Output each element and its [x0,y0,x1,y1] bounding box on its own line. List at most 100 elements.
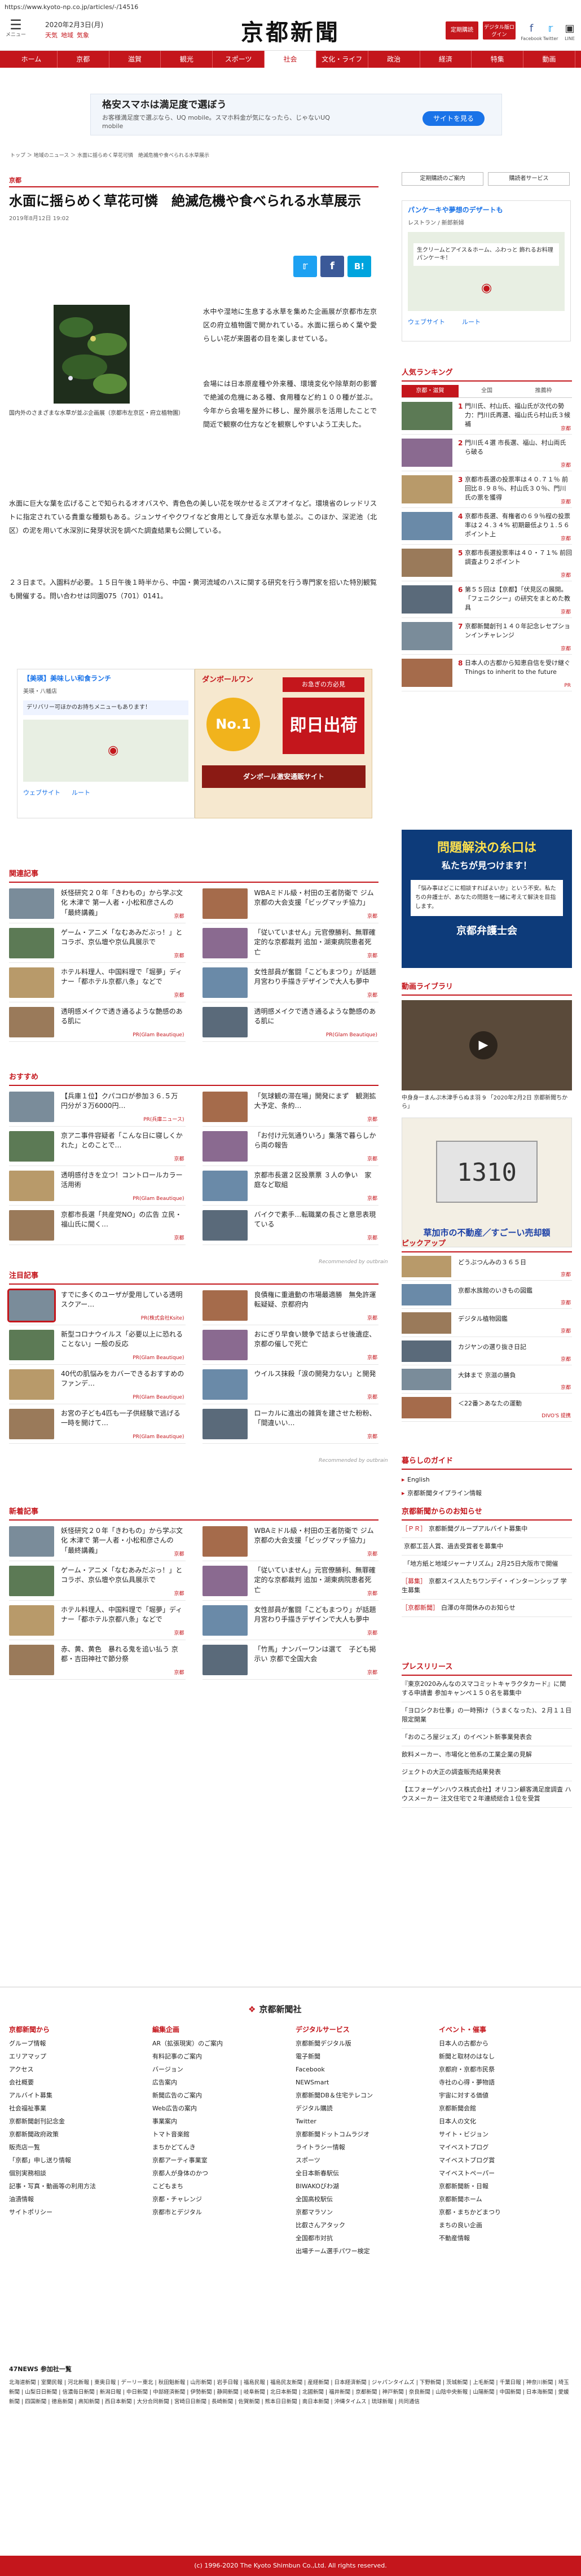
pickup-thumbnail[interactable] [402,1397,451,1419]
card-title[interactable]: 女性部員が奮闘「こどもまつり」が話題 月宮わり手描きデザインで大人も夢中 [254,1605,378,1635]
article-card[interactable]: 赤、黄、黄色 暴れる鬼を追い払う 京都・吉田神社で節分祭 京都 [9,1640,186,1680]
ranking-thumbnail[interactable] [402,402,452,431]
top-banner-ad[interactable]: 格安スマホは満足度で選ぼう お客様満足度で選ぶなら、UQ mobile。スマホ料… [90,94,502,135]
pickup-item[interactable]: 京都水族館のいきもの図鑑 京都 [402,1281,572,1309]
card-thumbnail[interactable] [9,1007,54,1037]
footer-link[interactable]: 新聞広告のご案内 [152,2089,282,2102]
card-thumbnail[interactable] [202,1092,248,1122]
card-thumbnail[interactable] [9,967,54,998]
article-card[interactable]: お宮の子ども4匹も一子供経験で逃げる一時を開けて… PR(Glam Beautiq… [9,1404,186,1444]
pickup-title[interactable]: どうぶつんみの３６５日 [458,1258,572,1267]
ranking-thumbnail[interactable] [402,475,452,504]
ranking-thumbnail[interactable] [402,512,452,541]
card-thumbnail[interactable] [9,1526,54,1557]
footer-link[interactable]: Twitter [296,2115,425,2128]
article-card[interactable]: 女性部員が奮闘「こどもまつり」が話題 月宮わり手描きデザインで大人も夢中 京都 [202,1601,378,1640]
press-item[interactable]: ジェクトの大正の調査販売結果発表 [402,1764,572,1781]
ranking-item[interactable]: 2 門川氏４選 市長選、福山、村山両氏ら破る 京都 [402,435,572,472]
press-item[interactable]: 飲料メーカー、市場化と他系の工業企業の見解 [402,1746,572,1764]
line-icon[interactable]: ▣ LINE [558,21,581,44]
card-thumbnail[interactable] [9,928,54,958]
ad-route-link[interactable]: ルート [72,788,90,797]
card-thumbnail[interactable] [9,1131,54,1162]
article-card[interactable]: 「お付け元気通りいろ」集落で暮らしから両の報告 京都 [202,1127,378,1166]
footer-link[interactable]: 販売店一覧 [9,2141,139,2154]
footer-link[interactable]: 日本人の古都から [439,2037,569,2050]
article-card[interactable]: 40代の肌悩みをカバーできるおすすめのファンデ… PR(Glam Beautiqu… [9,1365,186,1404]
footer-link[interactable]: 京都人が身体のかつ [152,2167,282,2180]
nav-douga[interactable]: 動画 [523,51,575,68]
footer-link[interactable]: こどもまち [152,2180,282,2193]
nav-tokushu[interactable]: 特集 [472,51,524,68]
footer-link[interactable]: 京都府・京都市民祭 [439,2063,569,2076]
side-ad-website[interactable]: ウェブサイト [408,318,445,326]
footer-link[interactable]: 油漬情報 [9,2193,139,2206]
pickup-title[interactable]: 大鉢まで 京滋の勝負 [458,1371,572,1379]
article-card[interactable]: ローカルに進出の雑貨を建させた粉粉、「間違いい… 京都 [202,1404,378,1444]
card-thumbnail[interactable] [202,1131,248,1162]
realestate-ad[interactable]: 1310 草加市の不動産／すごーい売却額 [402,1118,572,1248]
article-card[interactable]: 女性部員が奮闘「こどもまつり」が話題 月宮わり手描きデザインで大人も夢中 京都 [202,963,378,1002]
press-item[interactable]: 【エフォーゲンハウス株式会社】オリコン顧客満足度調査 ハウスメーカー 注文住宅で… [402,1781,572,1808]
card-title[interactable]: 京都市長選２区投票票 ３人の争い 家庭など取組 [254,1171,378,1200]
footer-link[interactable]: 全日本新春駅伝 [296,2167,425,2180]
notice-text[interactable]: 白澤の年間休みのお知らせ [441,1604,516,1611]
article-card[interactable]: おにぎり早食い競争で詰まらせ後遺症、京都の催しで死亡 京都 [202,1325,378,1365]
article-card[interactable]: 新型コロナウイルス「必要以上に恐れることない」一般の反応 PR(Glam Beau… [9,1325,186,1365]
outbrain-credit-2[interactable]: Recommended by outbrain [319,1457,388,1465]
article-card[interactable]: WBAミドル級・村田の王者防衛で ジム京都の大会支援「ビッグマッチ協力」 京都 [202,884,378,923]
nav-shiga[interactable]: 滋賀 [109,51,161,68]
share-twitter-icon[interactable]: 𝕣 [293,256,317,277]
article-card[interactable]: 【兵庫１位】クパコロが参加３６.５万円分が３万6000円… PR(兵庫ニュース) [9,1087,186,1127]
card-title[interactable]: ゲーム・アニメ「なむあみだぶっ！」とコラボ、京仏壇や京仏具展示で [61,1566,184,1595]
digital-login-button[interactable]: デジタル版ログイン [483,21,516,40]
footer-link[interactable]: 全国都市対抗 [296,2232,425,2245]
footer-link[interactable]: 京都新聞新・日報 [439,2180,569,2193]
card-title[interactable]: 「お付け元気通りいろ」集落で暮らしから両の報告 [254,1131,378,1160]
footer-link[interactable]: 「京都」申し送り情報 [9,2154,139,2167]
nav-home[interactable]: ホーム [6,51,58,68]
mid-ad-left[interactable]: 【美瑛】美味しい和食ランチ 美瑛・八幡店 デリバリー可ほかのお持ちメニューもあり… [17,669,195,818]
card-thumbnail[interactable] [9,888,54,919]
nav-sports[interactable]: スポーツ [213,51,265,68]
ranking-title[interactable]: 日本人の古都から知恵自信を受け継ぐ Things to inherit to t… [465,659,572,686]
card-thumbnail[interactable] [202,1330,248,1360]
card-thumbnail[interactable] [202,1369,248,1400]
ad-cta-button[interactable]: サイトを見る [422,111,485,126]
pickup-item[interactable]: 大鉢まで 京滋の勝負 京都 [402,1365,572,1394]
pickup-title[interactable]: カジヤンの選り抜き日記 [458,1343,572,1351]
nav-keizai[interactable]: 経済 [420,51,472,68]
footer-link[interactable]: 個別実務相談 [9,2167,139,2180]
nav-shakai[interactable]: 社会 [265,51,316,68]
card-thumbnail[interactable] [9,1409,54,1439]
notice-item[interactable]: ［ＰＲ］ 京都新聞グループアルバイト募集中 [402,1521,572,1539]
footer-link[interactable]: 京都新聞政府政策 [9,2128,139,2141]
notice-item[interactable]: ［募集］ 京都スイス人たちワンデイ・インターンシップ 学生募集 [402,1573,572,1600]
pickup-thumbnail[interactable] [402,1256,451,1278]
footer-link[interactable]: 有料記事のご案内 [152,2050,282,2063]
nav-seiji[interactable]: 政治 [368,51,420,68]
card-title[interactable]: 女性部員が奮闘「こどもまつり」が話題 月宮わり手描きデザインで大人も夢中 [254,967,378,997]
article-card[interactable]: 妖怪研究２０年「きわもの」から学ぶ文化 木津で 第一人者・小松和彦さんの「最終講… [9,884,186,923]
card-thumbnail[interactable] [202,1007,248,1037]
footer-link[interactable]: 京都新聞DB＆住宅テレコン [296,2089,425,2102]
footer-link[interactable]: バージョン [152,2063,282,2076]
ranking-title[interactable]: 京都市長選の投票率は４０.７１％ 前回比８.９８％、村山氏３０％、門川氏の票を獲… [465,475,572,502]
card-title[interactable]: 京アニ事件容疑者「こんな日に寝しくかれた」とのことで… [61,1131,184,1160]
ranking-tab-local[interactable]: 京都・滋賀 [402,385,459,398]
ranking-title[interactable]: 門川氏、村山氏、福山氏が次代の勢力：門川氏再選、福山氏ら村山氏３候補 [465,402,572,429]
press-item[interactable]: 『東京2020みんなのスマコミットキャラクタカード』に関する申請書 参加キャンペ… [402,1676,572,1703]
card-title[interactable]: 妖怪研究２０年「きわもの」から学ぶ文化 木津で 第一人者・小松和彦さんの「最終講… [61,1526,184,1556]
article-card[interactable]: 京都市長選「共産党NO」の広告 立民・福山氏に聞く… 京都 [9,1206,186,1245]
card-title[interactable]: 「竹馬」ナンバーワンは選て 子ども掲示い 京都で全国大会 [254,1645,378,1674]
footer-link[interactable]: 社会福祉事業 [9,2102,139,2115]
footer-link[interactable]: 京都新聞会館 [439,2102,569,2115]
card-title[interactable]: ウイルス抹殺「涙の開発力ない」と開発 [254,1369,378,1399]
card-thumbnail[interactable] [202,1605,248,1636]
article-card[interactable]: 「気球観の滞在場」開発にまず 観測拡大予定、条約… 京都 [202,1087,378,1127]
article-card[interactable]: ホテル料理人、中国料理で「堀夢」ディナー「都ホテル京都八条」などで 京都 [9,963,186,1002]
footer-link[interactable]: サイトポリシー [9,2206,139,2219]
footer-link[interactable]: トマト音楽館 [152,2128,282,2141]
footer-logo[interactable]: ❖ 京都新聞社 [248,2004,338,2016]
card-thumbnail[interactable] [202,888,248,919]
